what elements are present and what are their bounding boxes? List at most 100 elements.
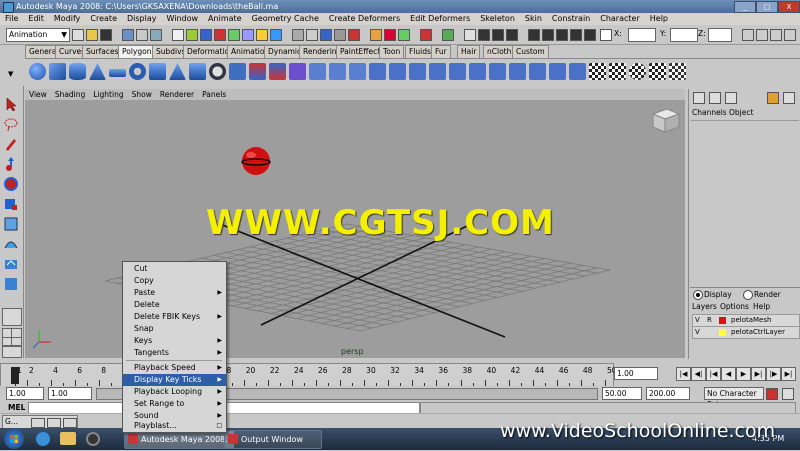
make-live-icon[interactable]: [442, 29, 454, 41]
render-mask-icon[interactable]: [270, 29, 282, 41]
poly-torus-icon[interactable]: [129, 63, 146, 80]
move-tool-icon[interactable]: [3, 156, 19, 172]
poly-cylinder-icon[interactable]: [69, 63, 86, 80]
animation-preferences-icon[interactable]: [782, 388, 794, 400]
spherical-mapping-icon[interactable]: [629, 63, 646, 80]
merge-icon[interactable]: [529, 63, 546, 80]
minimize-button[interactable]: _: [734, 1, 756, 13]
open-scene-icon[interactable]: [86, 29, 98, 41]
mirror-geometry-icon[interactable]: [369, 63, 386, 80]
history-icon[interactable]: [370, 29, 382, 41]
poly-pipe-icon[interactable]: [189, 63, 206, 80]
go-to-start-button[interactable]: |◀: [676, 367, 691, 381]
tab-ncloth[interactable]: nCloth: [483, 45, 516, 58]
tab-surfaces[interactable]: Surfaces: [82, 45, 123, 58]
poly-plane-icon[interactable]: [109, 69, 126, 77]
poly-cube-icon[interactable]: [49, 63, 66, 80]
layer-render-flag[interactable]: R: [707, 315, 712, 326]
union-icon[interactable]: [309, 63, 326, 80]
tool-settings-icon[interactable]: [783, 92, 795, 104]
menu-skin[interactable]: Skin: [520, 13, 547, 25]
ball-object[interactable]: [241, 147, 271, 175]
menu-item-snap[interactable]: Snap: [123, 323, 226, 335]
tab-custom[interactable]: Custom: [512, 45, 549, 58]
deform-mask-icon[interactable]: [242, 29, 254, 41]
insert-edge-loop-icon[interactable]: [449, 63, 466, 80]
render-current-icon[interactable]: [478, 29, 490, 41]
menu-help[interactable]: Help: [645, 13, 673, 25]
poly-prism-icon[interactable]: [149, 63, 166, 80]
poly-helix-icon[interactable]: [209, 63, 226, 80]
menu-item-delete[interactable]: Delete: [123, 299, 226, 311]
layer-editor-toggle-icon[interactable]: [784, 29, 796, 41]
select-object-icon[interactable]: [136, 29, 148, 41]
viewport-menu-show[interactable]: Show: [128, 89, 156, 100]
append-polygon-icon[interactable]: [509, 63, 526, 80]
ipr-render-icon[interactable]: [492, 29, 504, 41]
explorer-icon[interactable]: [60, 432, 76, 445]
combine-icon[interactable]: [229, 63, 246, 80]
menu-display[interactable]: Display: [122, 13, 162, 25]
split-polygon-icon[interactable]: [429, 63, 446, 80]
smooth-icon[interactable]: [289, 63, 306, 80]
layer-color-swatch[interactable]: [719, 329, 726, 336]
menu-item-cut[interactable]: Cut: [123, 263, 226, 275]
option-box-icon[interactable]: □: [216, 420, 222, 432]
new-scene-icon[interactable]: [72, 29, 84, 41]
bridge-icon[interactable]: [489, 63, 506, 80]
maximize-button[interactable]: □: [756, 1, 778, 13]
bevel-icon[interactable]: [549, 63, 566, 80]
menu-file[interactable]: File: [0, 13, 23, 25]
tab-object[interactable]: Object: [729, 108, 753, 117]
playback-end-field[interactable]: 50.00: [602, 387, 642, 400]
tab-hair[interactable]: Hair: [457, 45, 481, 58]
menu-edit-deformers[interactable]: Edit Deformers: [405, 13, 475, 25]
poly-cone-icon[interactable]: [89, 63, 106, 80]
snap-curve-icon[interactable]: [306, 29, 318, 41]
layer-visibility[interactable]: V: [695, 315, 700, 326]
intersection-icon[interactable]: [349, 63, 366, 80]
surface-mask-icon[interactable]: [228, 29, 240, 41]
handle-mask-icon[interactable]: [186, 29, 198, 41]
taskbar-output-window-button[interactable]: Output Window: [224, 430, 322, 449]
menu-item-keys[interactable]: Keys ▶: [123, 335, 226, 347]
menu-item-set-range-to[interactable]: Set Range to ▶: [123, 398, 226, 410]
poly-pyramid-icon[interactable]: [169, 63, 186, 80]
fill-hole-icon[interactable]: [389, 63, 406, 80]
menu-constrain[interactable]: Constrain: [547, 13, 595, 25]
menu-create-deformers[interactable]: Create Deformers: [324, 13, 405, 25]
menu-item-delete-fbik-keys[interactable]: Delete FBIK Keys ▶: [123, 311, 226, 323]
maximize-icon[interactable]: [47, 418, 61, 428]
viewport-menu-lighting[interactable]: Lighting: [89, 89, 127, 100]
media-player-icon[interactable]: [86, 432, 100, 446]
uv-texture-editor-icon[interactable]: [669, 63, 686, 80]
select-hierarchy-icon[interactable]: [122, 29, 134, 41]
joint-mask-icon[interactable]: [200, 29, 212, 41]
mask-icon[interactable]: [172, 29, 184, 41]
paint-select-tool-icon[interactable]: [3, 136, 19, 152]
dynamics-mask-icon[interactable]: [256, 29, 268, 41]
snap-grid-icon[interactable]: [292, 29, 304, 41]
menu-create[interactable]: Create: [85, 13, 122, 25]
tab-channels[interactable]: Channels: [692, 108, 727, 117]
input-icon[interactable]: [384, 29, 396, 41]
shelf-menu-arrow-icon[interactable]: ▼: [8, 70, 13, 78]
tool-settings-toggle-icon[interactable]: [756, 29, 768, 41]
x-field[interactable]: [628, 28, 656, 42]
single-perspective-layout-icon[interactable]: [2, 308, 22, 326]
menu-item-playback-speed[interactable]: Playback Speed ▶: [123, 362, 226, 374]
layer-visibility[interactable]: V: [695, 327, 700, 338]
menu-window[interactable]: Window: [162, 13, 204, 25]
restore-icon[interactable]: [31, 418, 45, 428]
wedge-icon[interactable]: [569, 63, 586, 80]
snap-live-icon[interactable]: [348, 29, 360, 41]
tab-toon[interactable]: Toon: [379, 45, 405, 58]
snap-plane-icon[interactable]: [334, 29, 346, 41]
universal-manipulator-icon[interactable]: [3, 216, 19, 232]
lasso-tool-icon[interactable]: [3, 116, 19, 132]
rotate-tool-icon[interactable]: [3, 176, 19, 192]
menu-item-playblast[interactable]: Playblast... □: [123, 420, 226, 432]
separate-icon[interactable]: [249, 63, 266, 80]
current-time-marker[interactable]: [11, 367, 19, 384]
ball-sphere[interactable]: [242, 147, 270, 175]
